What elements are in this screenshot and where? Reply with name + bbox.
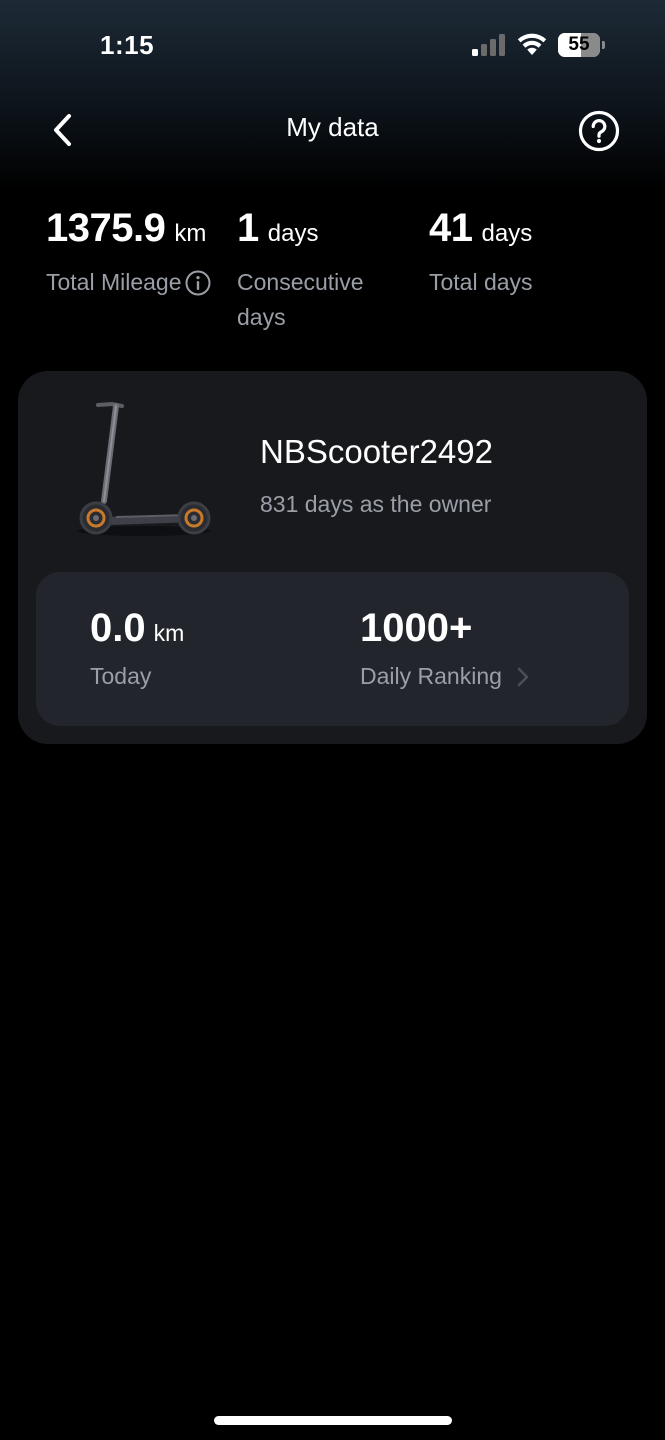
today-distance: 0.0 km Today — [90, 606, 184, 690]
owner-days: 831 days as the owner — [260, 491, 492, 517]
today-label: Today — [90, 663, 152, 689]
help-button[interactable] — [576, 108, 622, 154]
battery-percent: 55 — [568, 34, 590, 55]
total-days-value: 41 — [429, 206, 473, 250]
ranking-label: Daily Ranking — [360, 663, 502, 689]
consecutive-days-unit: days — [267, 220, 319, 247]
wifi-icon — [517, 33, 547, 55]
total-mileage-label: Total Mileage — [46, 269, 182, 295]
total-mileage-unit: km — [174, 220, 207, 247]
status-time: 1:15 — [100, 30, 155, 60]
info-icon[interactable] — [184, 269, 212, 297]
consecutive-days-label: Consecutive days — [237, 269, 364, 330]
battery-body: 55 — [558, 33, 600, 57]
total-mileage-stat: 1375.9 km Total Mileage — [46, 206, 212, 300]
daily-ranking-button[interactable]: 1000+ Daily Ranking — [360, 606, 532, 690]
total-days-unit: days — [481, 220, 533, 247]
page-title: My data — [286, 112, 379, 142]
consecutive-days-stat: 1 days Consecutive days — [237, 206, 407, 335]
today-value: 0.0 — [90, 606, 146, 650]
total-days-label: Total days — [429, 269, 533, 295]
ranking-value: 1000+ — [360, 606, 473, 650]
scooter-icon — [78, 401, 211, 536]
scooter-card: NBScooter2492 831 days as the owner 0.0 … — [18, 371, 647, 744]
chevron-right-icon — [517, 667, 529, 686]
total-mileage-value: 1375.9 — [46, 206, 166, 250]
question-circle-icon — [578, 110, 620, 152]
total-days-stat: 41 days Total days — [429, 206, 533, 300]
battery-icon: 55 — [558, 33, 606, 57]
cellular-signal-icon — [472, 34, 505, 56]
daily-stats-card: 0.0 km Today 1000+ Daily Ranking — [36, 572, 629, 726]
scooter-name: NBScooter2492 — [260, 433, 493, 470]
battery-tip — [602, 41, 605, 49]
status-bar: 1:15 55 — [0, 0, 665, 90]
home-indicator[interactable] — [214, 1416, 452, 1425]
today-unit: km — [153, 620, 185, 646]
consecutive-days-value: 1 — [237, 206, 259, 250]
